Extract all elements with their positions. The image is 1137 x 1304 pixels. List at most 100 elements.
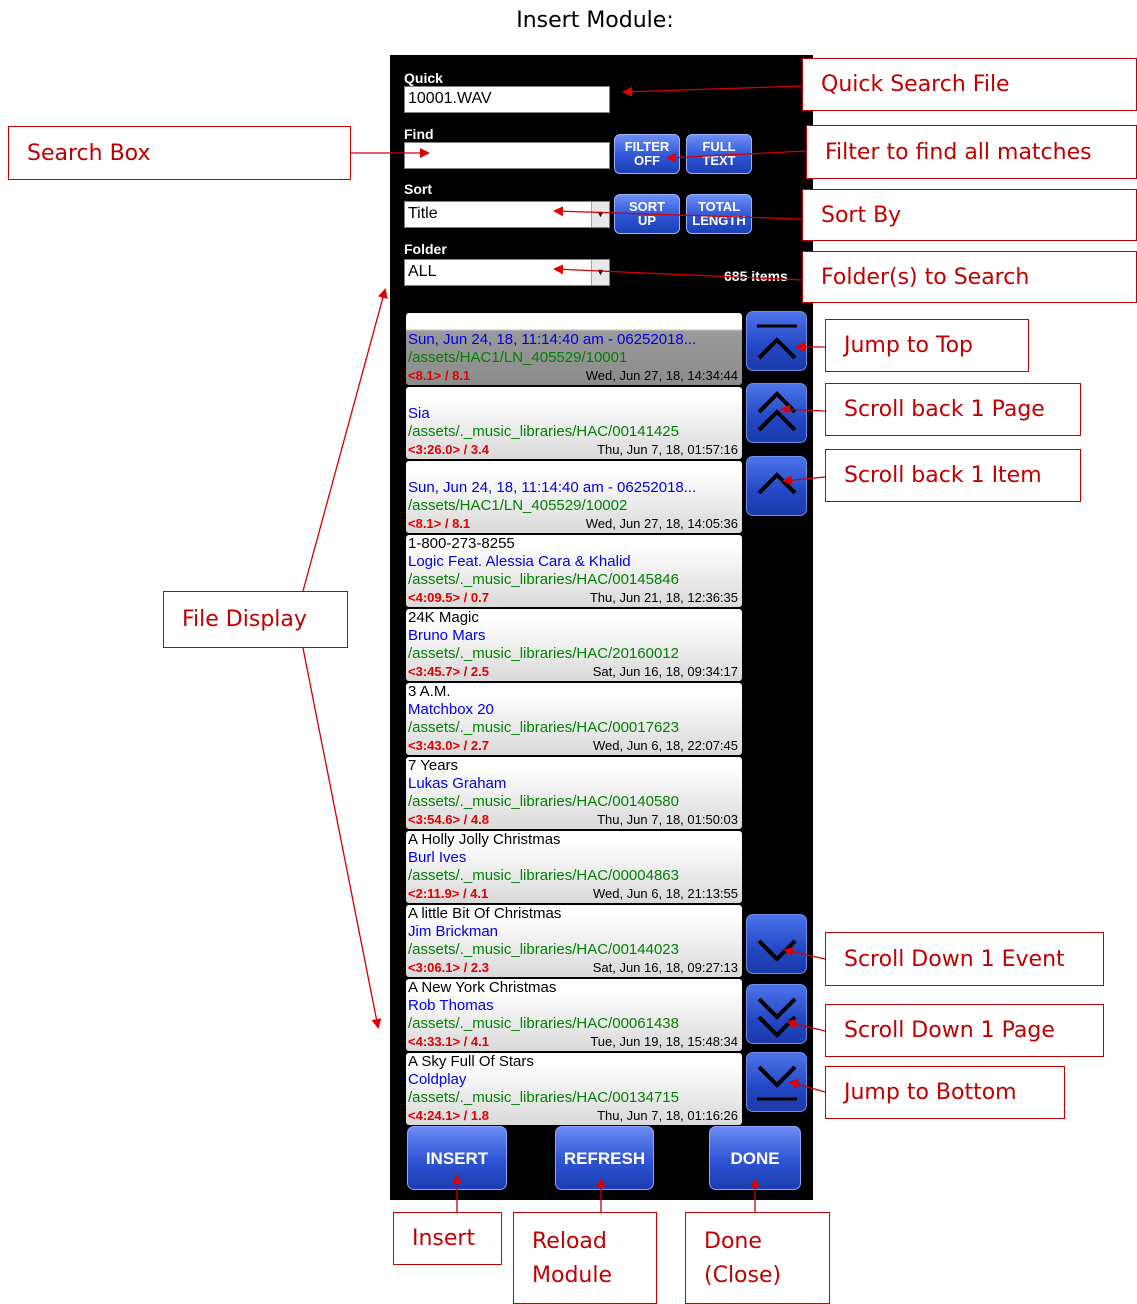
scroll-down-page-button[interactable]: [746, 984, 807, 1044]
item-path: /assets/._music_libraries/HAC/00134715: [408, 1089, 679, 1106]
list-item[interactable]: Sun, Jun 24, 18, 11:14:40 am - 06252018.…: [406, 461, 742, 533]
callout-search-box: Search Box: [8, 126, 351, 180]
item-meta: <3:26.0> / 3.4 Thu, Jun 7, 18, 01:57:16: [408, 441, 740, 459]
item-title: A Holly Jolly Christmas: [408, 831, 561, 848]
insert-button[interactable]: INSERT: [407, 1126, 507, 1190]
sort-select[interactable]: Title ▼: [404, 201, 610, 228]
total-length-line1: TOTAL: [697, 199, 741, 214]
item-meta: <4:09.5> / 0.7 Thu, Jun 21, 18, 12:36:35: [408, 589, 740, 607]
page-title: Insert Module:: [516, 8, 674, 33]
item-duration: <3:45.7> / 2.5: [408, 664, 489, 679]
callout-scroll-back-page: Scroll back 1 Page: [825, 383, 1081, 436]
item-date: Sat, Jun 16, 18, 09:34:17: [592, 664, 738, 679]
callout-reload: Reload Module: [513, 1212, 657, 1304]
sort-up-line1: SORT: [628, 199, 666, 214]
item-artist: Coldplay: [408, 1071, 467, 1088]
chevron-down-icon[interactable]: ▼: [591, 260, 609, 285]
item-duration: <8.1> / 8.1: [408, 516, 471, 531]
callout-folders: Folder(s) to Search: [802, 251, 1137, 303]
item-path: /assets/._music_libraries/HAC/00144023: [408, 941, 679, 958]
item-count: 685 items: [724, 268, 788, 284]
item-meta: <3:45.7> / 2.5 Sat, Jun 16, 18, 09:34:17: [408, 663, 740, 681]
list-item[interactable]: 24K Magic Bruno Mars/assets/._music_libra…: [406, 609, 742, 681]
callout-reload-line1: Reload: [532, 1229, 607, 1254]
callout-quick-search: Quick Search File: [802, 58, 1137, 111]
callout-jump-top: Jump to Top: [825, 319, 1029, 372]
item-date: Wed, Jun 27, 18, 14:34:44: [585, 368, 738, 383]
list-item[interactable]: A Holly Jolly Christmas Burl Ives/assets/…: [406, 831, 742, 903]
callout-insert: Insert: [393, 1212, 502, 1265]
item-duration: <3:26.0> / 3.4: [408, 442, 489, 457]
item-artist: Sun, Jun 24, 18, 11:14:40 am - 06252018.…: [408, 331, 697, 348]
item-title: 7 Years: [408, 757, 459, 774]
item-title: A little Bit Of Christmas: [408, 905, 562, 922]
filter-button-line2: OFF: [634, 153, 660, 168]
item-path: /assets/._music_libraries/HAC/00004863: [408, 867, 679, 884]
item-duration: <4:33.1> / 4.1: [408, 1034, 489, 1049]
item-artist: Sun, Jun 24, 18, 11:14:40 am - 06252018.…: [408, 479, 697, 496]
chevron-down-icon: [757, 939, 797, 962]
list-item[interactable]: 3 A.M. Matchbox 20/assets/._music_librari…: [406, 683, 742, 755]
item-path: /assets/._music_libraries/HAC/20160012: [408, 645, 679, 662]
item-artist: Lukas Graham: [408, 775, 507, 792]
sort-up-line2: UP: [637, 213, 657, 228]
folder-select-value: ALL: [408, 263, 437, 280]
search-input[interactable]: [404, 142, 610, 169]
callout-jump-bottom: Jump to Bottom: [825, 1066, 1065, 1119]
item-meta: <4:33.1> / 4.1 Tue, Jun 19, 18, 15:48:34: [408, 1033, 740, 1051]
scroll-down-item-button[interactable]: [746, 914, 807, 974]
item-date: Thu, Jun 21, 18, 12:36:35: [589, 590, 738, 605]
item-artist: Matchbox 20: [408, 701, 494, 718]
list-item[interactable]: 7 Years Lukas Graham/assets/._music_libra…: [406, 757, 742, 829]
list-item[interactable]: 1-800-273-8255 Logic Feat. Alessia Cara &…: [406, 535, 742, 607]
item-date: Tue, Jun 19, 18, 15:48:34: [590, 1034, 738, 1049]
total-length-button[interactable]: TOTAL LENGTH: [686, 194, 752, 234]
sort-up-button[interactable]: SORT UP: [614, 194, 680, 234]
item-date: Wed, Jun 27, 18, 14:05:36: [585, 516, 738, 531]
item-path: /assets/._music_libraries/HAC/00140580: [408, 793, 679, 810]
jump-bottom-icon: [757, 1065, 797, 1101]
full-text-button[interactable]: FULL TEXT: [686, 134, 752, 174]
done-button[interactable]: DONE: [709, 1126, 801, 1190]
item-path: /assets/._music_libraries/HAC/00141425: [408, 423, 679, 440]
find-label: Find: [404, 126, 434, 142]
file-display-list[interactable]: Sun, Jun 24, 18, 11:14:40 am - 06252018.…: [406, 313, 742, 1127]
item-date: Wed, Jun 6, 18, 22:07:45: [592, 738, 738, 753]
item-path: /assets/._music_libraries/HAC/00145846: [408, 571, 679, 588]
folder-select[interactable]: ALL ▼: [404, 259, 610, 286]
item-meta: <8.1> / 8.1 Wed, Jun 27, 18, 14:34:44: [408, 367, 740, 385]
item-artist: Bruno Mars: [408, 627, 486, 644]
quick-search-input[interactable]: 10001.WAV: [404, 86, 610, 113]
item-path: /assets/._music_libraries/HAC/00061438: [408, 1015, 679, 1032]
callout-scroll-down-page: Scroll Down 1 Page: [825, 1004, 1104, 1057]
list-item[interactable]: A little Bit Of Christmas Jim Brickman/as…: [406, 905, 742, 977]
list-item[interactable]: Sun, Jun 24, 18, 11:14:40 am - 06252018.…: [406, 313, 742, 385]
list-item[interactable]: A Sky Full Of Stars Coldplay/assets/._mus…: [406, 1053, 742, 1125]
jump-to-top-button[interactable]: [746, 311, 807, 371]
item-duration: <4:09.5> / 0.7: [408, 590, 489, 605]
scroll-back-item-button[interactable]: [746, 456, 807, 516]
filter-toggle-button[interactable]: FILTER OFF: [614, 134, 680, 174]
chevron-down-icon[interactable]: ▼: [591, 202, 609, 227]
item-meta: <3:06.1> / 2.3 Sat, Jun 16, 18, 09:27:13: [408, 959, 740, 977]
jump-top-icon: [757, 324, 797, 360]
callout-file-display: File Display: [163, 591, 348, 648]
list-item[interactable]: A New York Christmas Rob Thomas/assets/._…: [406, 979, 742, 1051]
filter-button-line1: FILTER: [624, 139, 670, 154]
item-date: Thu, Jun 7, 18, 01:57:16: [597, 442, 738, 457]
item-title: 3 A.M.: [408, 683, 451, 700]
callout-scroll-down-event: Scroll Down 1 Event: [825, 932, 1104, 986]
item-title: [408, 313, 740, 331]
refresh-button[interactable]: REFRESH: [555, 1126, 654, 1190]
scroll-back-page-button[interactable]: [746, 383, 807, 443]
callout-done: Done (Close): [685, 1212, 830, 1304]
chevron-up-icon: [757, 472, 797, 495]
item-date: Sat, Jun 16, 18, 09:27:13: [592, 960, 738, 975]
list-item[interactable]: Sia/assets/._music_libraries/HAC/0014142…: [406, 387, 742, 459]
callout-done-line2: (Close): [704, 1263, 782, 1288]
item-duration: <4:24.1> / 1.8: [408, 1108, 489, 1123]
callout-filter: Filter to find all matches: [806, 125, 1137, 179]
jump-to-bottom-button[interactable]: [746, 1052, 807, 1112]
item-duration: <3:06.1> / 2.3: [408, 960, 489, 975]
item-path: /assets/HAC1/LN_405529/10002: [408, 497, 628, 514]
